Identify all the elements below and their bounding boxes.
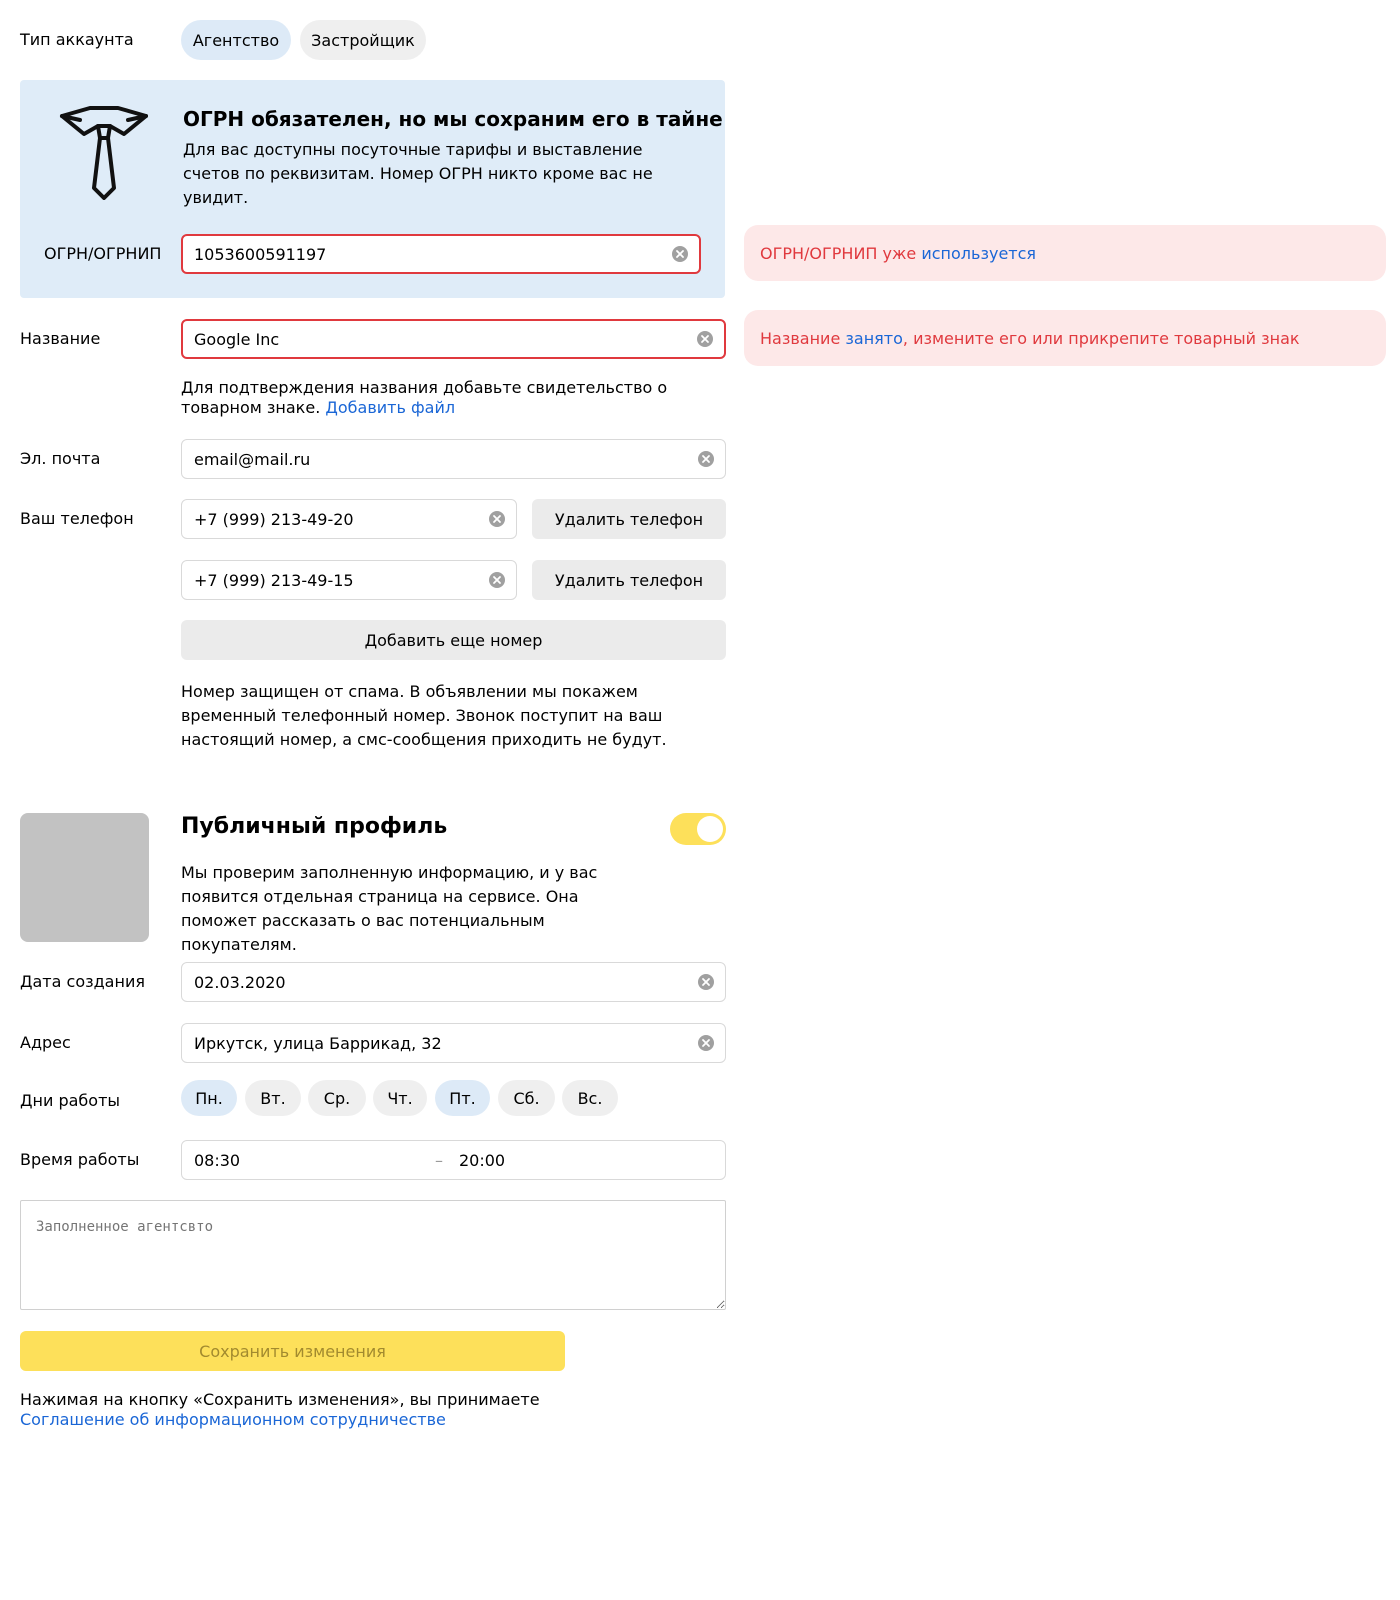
about-textarea[interactable] [20, 1200, 726, 1310]
name-label: Название [20, 329, 101, 348]
phone-input-1[interactable]: +7 (999) 213-49-20 [181, 499, 517, 539]
name-error-message: Название занято, измените его или прикре… [744, 310, 1386, 366]
creation-date-value: 02.03.2020 [194, 972, 286, 992]
avatar[interactable] [20, 813, 149, 942]
phone-input-value: +7 (999) 213-49-15 [194, 570, 354, 590]
phone-label: Ваш телефон [20, 509, 134, 528]
email-input-value: email@mail.ru [194, 449, 311, 469]
day-chip-mon[interactable]: Пн. [181, 1080, 237, 1116]
clear-icon[interactable] [697, 1034, 715, 1052]
public-profile-description: Мы проверим заполненную информацию, и у … [181, 863, 598, 954]
address-value: Иркутск, улица Баррикад, 32 [194, 1033, 442, 1053]
work-time-from[interactable]: 08:30 [194, 1151, 424, 1170]
agreement-text: Нажимая на кнопку «Сохранить изменения»,… [20, 1390, 540, 1409]
email-label: Эл. почта [20, 449, 101, 468]
ogrn-field-label: ОГРН/ОГРНИП [44, 244, 162, 263]
day-chip-sat[interactable]: Сб. [498, 1080, 555, 1116]
name-error-suffix: , измените его или прикрепите товарный з… [902, 328, 1300, 348]
add-phone-button[interactable]: Добавить еще номер [181, 620, 726, 660]
agreement-link[interactable]: Соглашение об информационном сотрудничес… [20, 1410, 446, 1430]
name-input-value: Google Inc [194, 329, 280, 349]
work-time-separator: – [435, 1150, 443, 1170]
name-error-text: Название [760, 328, 846, 348]
ogrn-panel-title: ОГРН обязателен, но мы сохраним его в та… [183, 107, 723, 131]
toggle-knob [697, 816, 723, 842]
creation-date-input[interactable]: 02.03.2020 [181, 962, 726, 1002]
ogrn-error-link[interactable]: используется [921, 244, 1036, 263]
work-days-label: Дни работы [20, 1091, 121, 1110]
work-time-label: Время работы [20, 1150, 140, 1169]
day-chip-fri[interactable]: Пт. [435, 1080, 490, 1116]
name-error-link[interactable]: занято [845, 329, 903, 348]
ogrn-input-value: 1053600591197 [194, 244, 327, 264]
clear-icon[interactable] [697, 450, 715, 468]
remove-phone-button[interactable]: Удалить телефон [532, 560, 726, 600]
day-chip-wed[interactable]: Ср. [308, 1080, 366, 1116]
name-input[interactable]: Google Inc [181, 319, 726, 359]
clear-icon[interactable] [488, 571, 506, 589]
remove-phone-button[interactable]: Удалить телефон [532, 499, 726, 539]
creation-date-label: Дата создания [20, 972, 145, 991]
clear-icon[interactable] [696, 330, 714, 348]
day-chip-sun[interactable]: Вс. [562, 1080, 618, 1116]
address-label: Адрес [20, 1033, 71, 1052]
phone-input-2[interactable]: +7 (999) 213-49-15 [181, 560, 517, 600]
public-profile-title: Публичный профиль [181, 814, 448, 839]
clear-icon[interactable] [671, 245, 689, 263]
public-profile-toggle[interactable] [670, 813, 726, 845]
clear-icon[interactable] [697, 973, 715, 991]
ogrn-error-message: ОГРН/ОГРНИП уже используется [744, 225, 1386, 281]
email-input[interactable]: email@mail.ru [181, 439, 726, 479]
ogrn-error-text: ОГРН/ОГРНИП уже [760, 243, 922, 263]
ogrn-input[interactable]: 1053600591197 [181, 234, 701, 274]
account-type-developer-chip[interactable]: Застройщик [300, 20, 426, 60]
work-time-input[interactable]: 08:30 – 20:00 [181, 1140, 726, 1180]
address-input[interactable]: Иркутск, улица Баррикад, 32 [181, 1023, 726, 1063]
add-file-link[interactable]: Добавить файл [325, 398, 455, 417]
phone-note: Номер защищен от спама. В объявлении мы … [181, 682, 667, 749]
account-type-label: Тип аккаунта [20, 30, 134, 49]
name-hint: Для подтверждения названия добавьте свид… [181, 378, 701, 418]
day-chip-tue[interactable]: Вт. [245, 1080, 301, 1116]
day-chip-thu[interactable]: Чт. [373, 1080, 427, 1116]
save-button[interactable]: Сохранить изменения [20, 1331, 565, 1371]
work-time-to[interactable]: 20:00 [454, 1151, 505, 1170]
phone-input-value: +7 (999) 213-49-20 [194, 509, 354, 529]
ogrn-panel-description: Для вас доступны посуточные тарифы и выс… [183, 140, 653, 207]
clear-icon[interactable] [488, 510, 506, 528]
account-type-agency-chip[interactable]: Агентство [181, 20, 291, 60]
tie-icon [60, 106, 148, 200]
